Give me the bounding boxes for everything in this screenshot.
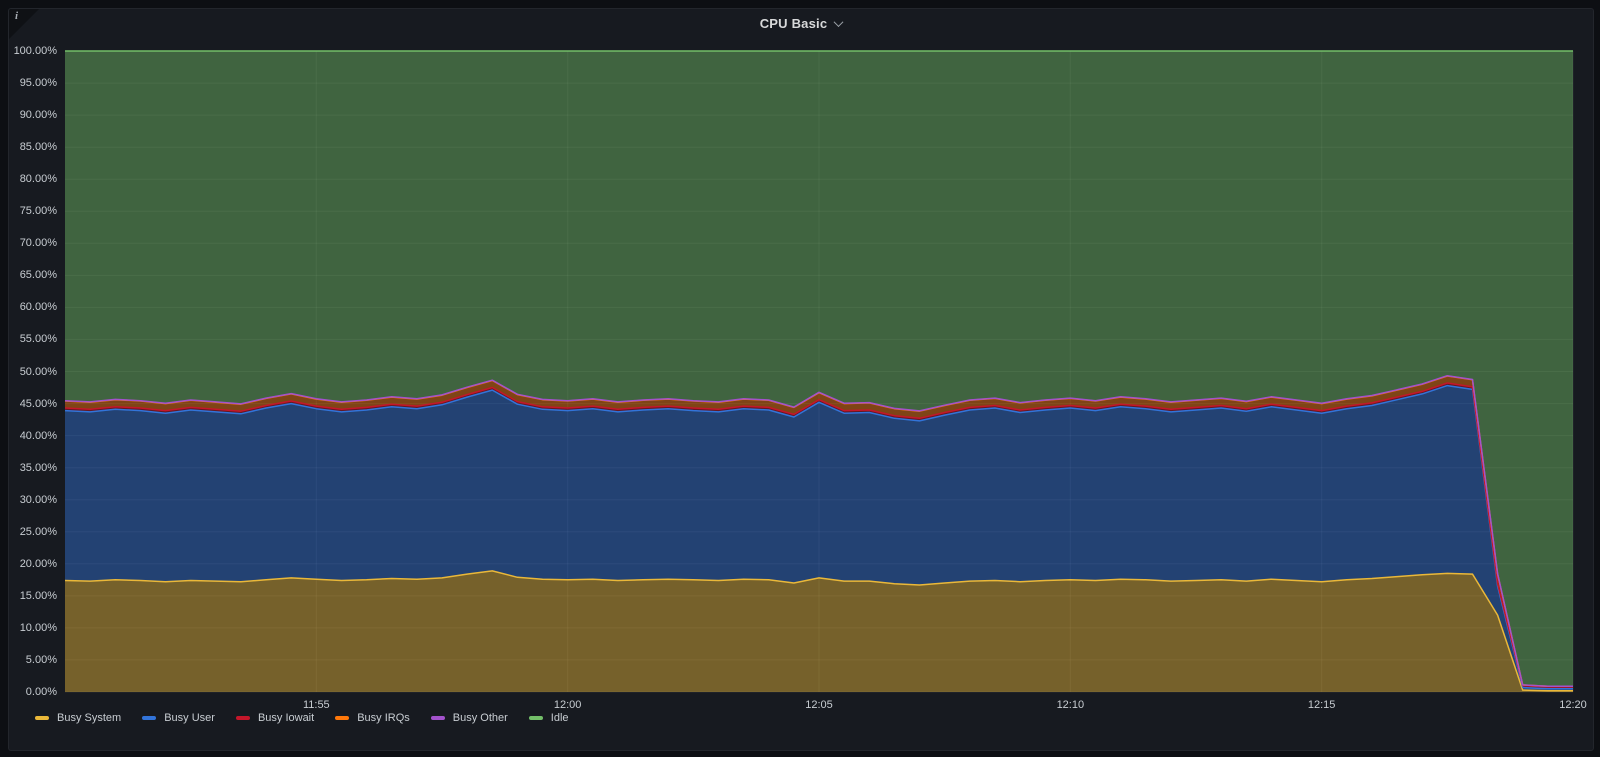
- legend-item-busy-irqs[interactable]: Busy IRQs: [335, 712, 410, 724]
- chevron-down-icon: [833, 16, 844, 27]
- legend-item-busy-other[interactable]: Busy Other: [430, 712, 508, 724]
- legend-item-idle[interactable]: Idle: [528, 712, 569, 724]
- y-tick-label: 40.00%: [19, 429, 57, 442]
- legend-color-busy-user: [142, 716, 157, 720]
- y-tick-label: 60.00%: [19, 301, 57, 314]
- legend-color-busy-irqs: [335, 716, 350, 720]
- y-tick-label: 85.00%: [19, 141, 57, 154]
- legend-label: Busy Other: [452, 712, 508, 724]
- x-tick-label: 12:10: [1056, 699, 1085, 711]
- cpu-basic-panel: i CPU Basic 100.00% 95.00% 90.00% 85.00% 80.…: [8, 8, 1594, 751]
- y-tick-label: 45.00%: [19, 397, 57, 410]
- y-tick-label: 35.00%: [19, 461, 57, 474]
- y-tick-label: 95.00%: [19, 77, 57, 90]
- y-tick-label: 25.00%: [19, 525, 57, 538]
- y-tick-label: 50.00%: [19, 365, 57, 378]
- y-tick-label: 55.00%: [19, 333, 57, 346]
- x-tick-label: 11:55: [302, 699, 330, 711]
- legend: Busy System Busy User Busy Iowait Busy IRQs…: [35, 712, 569, 724]
- y-tick-label: 0.00%: [25, 686, 57, 698]
- y-tick-label: 10.00%: [19, 621, 57, 634]
- area-busy-system: [65, 570, 1573, 692]
- y-tick-label: 15.00%: [19, 589, 57, 602]
- cpu-usage-chart[interactable]: [9, 9, 1593, 750]
- y-tick-label: 90.00%: [19, 109, 57, 122]
- y-tick-label: 80.00%: [19, 173, 57, 186]
- info-icon: i: [15, 10, 19, 22]
- legend-color-busy-iowait: [235, 716, 250, 720]
- legend-label: Busy System: [57, 712, 122, 724]
- y-tick-label: 100.00%: [13, 45, 57, 57]
- y-tick-label: 75.00%: [19, 205, 57, 218]
- legend-label: Busy IRQs: [357, 712, 410, 724]
- legend-item-busy-user[interactable]: Busy User: [142, 712, 215, 724]
- y-tick-label: 20.00%: [19, 557, 57, 570]
- y-tick-label: 65.00%: [19, 269, 57, 282]
- legend-color-idle: [528, 716, 543, 720]
- legend-label: Idle: [550, 712, 569, 724]
- panel-header[interactable]: CPU Basic: [9, 9, 1593, 37]
- legend-label: Busy Iowait: [257, 712, 315, 724]
- y-tick-label: 30.00%: [19, 493, 57, 506]
- y-tick-label: 70.00%: [19, 237, 57, 250]
- x-tick-label: 12:05: [805, 699, 833, 711]
- x-tick-label: 12:15: [1307, 699, 1336, 711]
- panel-title: CPU Basic: [759, 15, 828, 31]
- legend-color-busy-system: [35, 716, 49, 720]
- x-tick-label: 12:00: [553, 699, 582, 711]
- legend-color-busy-other: [430, 716, 445, 720]
- chart-plot-area: 100.00% 95.00% 90.00% 85.00% 80.00% 75.00% 70.…: [9, 9, 1593, 750]
- x-tick-label: 12:20: [1559, 699, 1587, 711]
- legend-label: Busy User: [164, 712, 215, 724]
- y-tick-label: 5.00%: [25, 653, 57, 666]
- legend-item-busy-system[interactable]: Busy System: [35, 712, 121, 724]
- legend-item-busy-iowait[interactable]: Busy Iowait: [235, 712, 315, 724]
